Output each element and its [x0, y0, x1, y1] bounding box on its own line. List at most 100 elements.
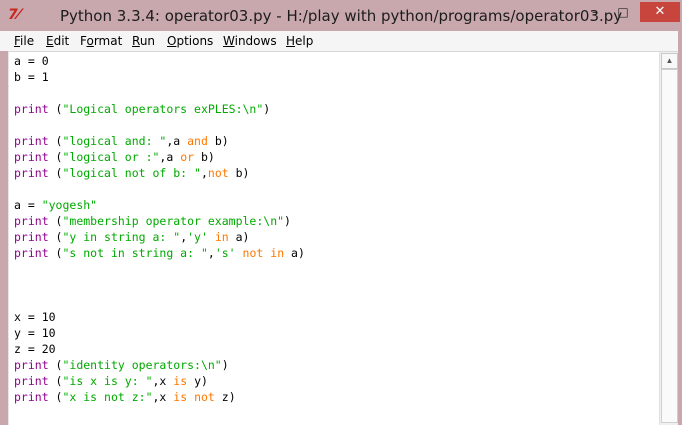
code-token: z = 20: [14, 342, 56, 356]
python-idle-icon[interactable]: 7⁄: [8, 6, 28, 24]
code-token: "logical not of b: ": [62, 166, 201, 180]
code-token: print: [14, 358, 49, 372]
code-token: "is x is y: ": [62, 374, 153, 388]
code-token: in: [270, 246, 285, 260]
code-line[interactable]: y = 10: [14, 325, 305, 341]
code-token: b): [228, 166, 250, 180]
code-token: (: [48, 166, 63, 180]
maximize-button[interactable]: □: [610, 2, 636, 22]
code-line[interactable]: [14, 117, 305, 133]
code-token: (: [48, 150, 63, 164]
code-line[interactable]: print ("identity operators:\n"): [14, 357, 305, 373]
code-token: print: [14, 390, 49, 404]
code-editor[interactable]: a = 0b = 1 print ("Logical operators exPL…: [8, 52, 659, 425]
code-token: a =: [14, 198, 42, 212]
code-line[interactable]: [14, 261, 305, 277]
code-token: or: [180, 150, 195, 164]
code-token: x = 10: [14, 310, 56, 324]
menu-format-mnemonic: o: [86, 34, 94, 48]
code-line[interactable]: print ("logical or :",a or b): [14, 149, 305, 165]
code-token: "x is not z:": [62, 390, 153, 404]
code-token: 's': [214, 246, 236, 260]
code-token: ,a: [159, 150, 181, 164]
code-token: y): [187, 374, 208, 388]
scroll-up-arrow-icon[interactable]: ▲: [661, 53, 678, 69]
code-token: z): [214, 390, 236, 404]
title-bar[interactable]: 7⁄ Python 3.3.4: operator03.py - H:/play…: [0, 0, 682, 31]
code-token: (: [48, 230, 63, 244]
code-line[interactable]: [14, 85, 305, 101]
menu-format-label: rmat: [93, 34, 123, 48]
code-line[interactable]: [14, 293, 305, 309]
code-token: print: [14, 214, 49, 228]
code-token: print: [14, 102, 49, 116]
menu-windows-mnemonic: W: [223, 34, 235, 48]
code-line[interactable]: print ("Logical operators exPLES:\n"): [14, 101, 305, 117]
menu-options[interactable]: Options: [167, 34, 213, 48]
menu-help-label: elp: [295, 34, 314, 48]
menu-help[interactable]: Help: [286, 34, 313, 48]
code-token: y = 10: [14, 326, 56, 340]
code-token: ,a: [166, 134, 188, 148]
code-line[interactable]: a = "yogesh": [14, 197, 305, 213]
code-token: print: [14, 134, 49, 148]
code-token: (: [48, 134, 63, 148]
code-line[interactable]: z = 20: [14, 341, 305, 357]
code-token: not: [194, 390, 215, 404]
code-line[interactable]: print ("is x is y: ",x is y): [14, 373, 305, 389]
code-token: ,x: [152, 390, 174, 404]
menu-file-label: ile: [20, 34, 35, 48]
menu-format[interactable]: Format: [80, 34, 122, 48]
code-line[interactable]: print ("membership operator example:\n"): [14, 213, 305, 229]
menu-file[interactable]: File: [14, 34, 34, 48]
code-line[interactable]: print ("x is not z:",x is not z): [14, 389, 305, 405]
code-token: ): [284, 214, 291, 228]
code-token: print: [14, 230, 49, 244]
window-title: Python 3.3.4: operator03.py - H:/play wi…: [60, 7, 623, 25]
window-frame-right: [678, 31, 682, 425]
code-token: ,x: [152, 374, 174, 388]
menu-windows-label: indows: [234, 34, 277, 48]
code-token: is: [173, 390, 188, 404]
menu-run[interactable]: Run: [132, 34, 155, 48]
close-button[interactable]: ✕: [640, 2, 680, 22]
code-token: "logical or :": [62, 150, 160, 164]
code-token: print: [14, 166, 49, 180]
code-token: not: [242, 246, 264, 260]
code-token: a): [284, 246, 305, 260]
minimize-button[interactable]: –: [582, 2, 608, 22]
code-token: (: [48, 374, 63, 388]
code-token: ,: [207, 246, 215, 260]
code-token: b): [194, 150, 215, 164]
vertical-scrollbar[interactable]: ▲: [659, 52, 678, 425]
code-token: (: [48, 102, 63, 116]
code-line[interactable]: a = 0: [14, 53, 305, 69]
code-line[interactable]: print ("s not in string a: ",'s' not in …: [14, 245, 305, 261]
menu-options-label: ptions: [176, 34, 214, 48]
window-frame-left: [0, 51, 8, 425]
code-token: and: [187, 134, 208, 148]
code-token: print: [14, 374, 49, 388]
code-line[interactable]: print ("logical and: ",a and b): [14, 133, 305, 149]
code-line[interactable]: print ("logical not of b: ",not b): [14, 165, 305, 181]
code-line[interactable]: print ("y in string a: ",'y' in a): [14, 229, 305, 245]
menu-edit[interactable]: Edit: [46, 34, 69, 48]
code-token: 'y': [187, 230, 208, 244]
code-line[interactable]: x = 10: [14, 309, 305, 325]
code-token: (: [48, 390, 63, 404]
menu-edit-mnemonic: E: [46, 34, 54, 48]
code-line[interactable]: [14, 277, 305, 293]
code-token: is: [173, 374, 188, 388]
menu-windows[interactable]: Windows: [223, 34, 277, 48]
code-token: (: [48, 358, 63, 372]
code-token: (: [48, 246, 63, 260]
scroll-thumb[interactable]: [661, 69, 678, 423]
code-text[interactable]: a = 0b = 1 print ("Logical operators exPL…: [14, 53, 305, 405]
code-line[interactable]: b = 1: [14, 69, 305, 85]
menu-run-label: un: [139, 34, 156, 48]
code-token: (: [48, 214, 63, 228]
code-token: ): [263, 102, 271, 116]
code-line[interactable]: [14, 181, 305, 197]
